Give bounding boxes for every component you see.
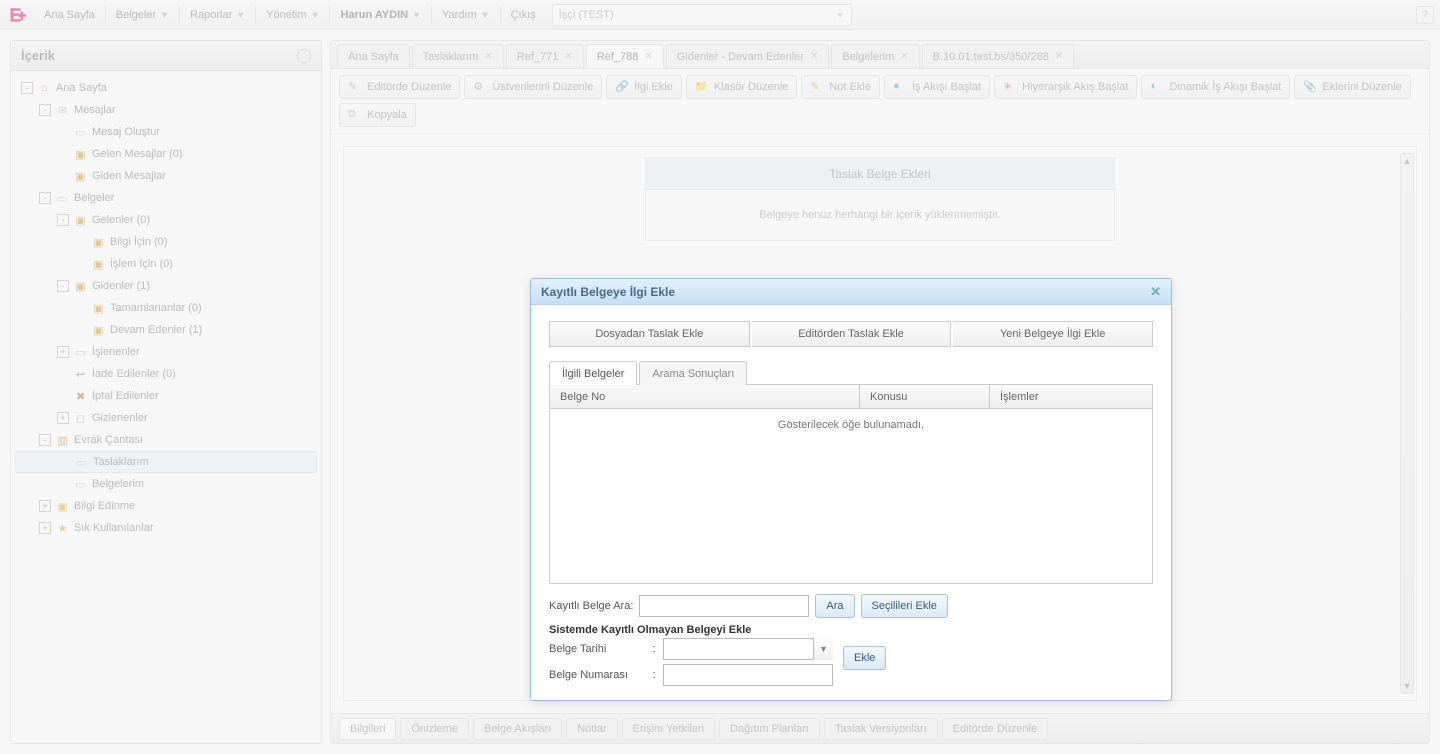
- search-input[interactable]: [639, 595, 809, 617]
- modal-grid-empty: Gösterilecek öğe bulunamadı.: [550, 409, 1152, 583]
- number-label: Belge Numarası: [549, 669, 645, 681]
- section-unregistered-title: Sistemde Kayıtlı Olmayan Belgeyi Ekle: [549, 624, 1153, 636]
- grid-column-header[interactable]: Belge No: [550, 385, 860, 408]
- modal-header[interactable]: Kayıtlı Belgeye İlgi Ekle ✕: [531, 279, 1171, 305]
- modal-tab[interactable]: İlgili Belgeler: [549, 361, 637, 385]
- modal-action-button[interactable]: Dosyadan Taslak Ekle: [549, 321, 750, 347]
- search-button[interactable]: Ara: [815, 594, 854, 618]
- search-label: Kayıtlı Belge Ara:: [549, 600, 633, 612]
- grid-column-header[interactable]: İşlemler: [990, 385, 1128, 408]
- document-number-input[interactable]: [663, 664, 833, 686]
- add-button[interactable]: Ekle: [843, 646, 886, 670]
- modal-grid: Belge NoKonusuİşlemler Gösterilecek öğe …: [549, 384, 1153, 584]
- document-date-field[interactable]: ▼: [663, 638, 833, 660]
- modal-action-button[interactable]: Editörden Taslak Ekle: [752, 321, 952, 347]
- modal-add-reference: Kayıtlı Belgeye İlgi Ekle ✕ Dosyadan Tas…: [530, 278, 1172, 701]
- calendar-icon[interactable]: ▼: [813, 638, 833, 660]
- add-selected-button[interactable]: Seçilileri Ekle: [861, 594, 948, 618]
- close-icon[interactable]: ✕: [1150, 284, 1161, 300]
- modal-action-button[interactable]: Yeni Belgeye İlgi Ekle: [953, 321, 1153, 347]
- modal-tab[interactable]: Arama Sonuçları: [639, 361, 747, 385]
- date-label: Belge Tarihi: [549, 643, 645, 655]
- document-date-input[interactable]: [663, 638, 833, 660]
- grid-column-header[interactable]: Konusu: [860, 385, 990, 408]
